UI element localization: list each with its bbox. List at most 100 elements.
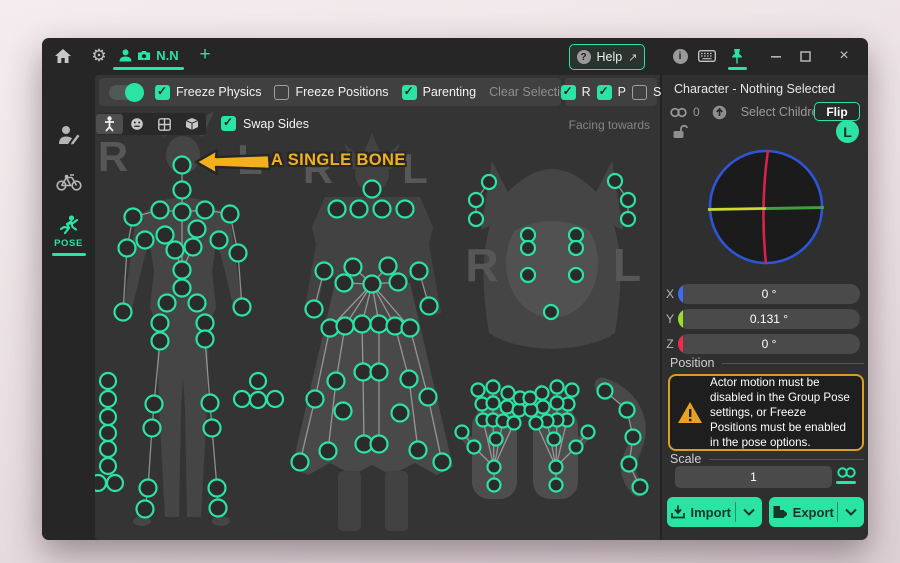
view-body-button[interactable]: [96, 114, 124, 134]
bone-dot-body-back-armored[interactable]: [362, 179, 382, 199]
bone-dot-face[interactable]: [567, 226, 585, 244]
bone-dot-body-back-armored[interactable]: [408, 440, 428, 460]
bone-dot-hair-chain[interactable]: [98, 389, 118, 409]
bone-dot-body-front[interactable]: [135, 499, 155, 519]
tab-actor[interactable]: N.N: [113, 43, 185, 67]
bone-dot-hand-right[interactable]: [548, 459, 564, 475]
bone-dot-body-front[interactable]: [172, 202, 192, 222]
bone-dot-body-back-armored[interactable]: [369, 314, 389, 334]
rotation-gizmo[interactable]: [702, 137, 830, 278]
bone-dot-body-back-armored[interactable]: [352, 314, 372, 334]
bone-dot-tail[interactable]: [620, 455, 638, 473]
view-face-button[interactable]: [124, 114, 151, 134]
bone-dot-body-back-armored[interactable]: [349, 199, 369, 219]
rotation-filter-checkbox[interactable]: R: [560, 84, 591, 100]
bone-dot-face[interactable]: [519, 226, 537, 244]
bone-dot-hand-right[interactable]: [549, 379, 565, 395]
undo-button[interactable]: ↺: [42, 537, 95, 540]
view-props-button[interactable]: [178, 114, 205, 134]
minimize-button[interactable]: [765, 45, 787, 67]
bone-dot-body-back-armored[interactable]: [369, 434, 389, 454]
bone-dot-hand-right[interactable]: [528, 415, 544, 431]
y-rotation-input[interactable]: 0.131 °: [678, 308, 860, 329]
bone-dot-body-front[interactable]: [195, 329, 215, 349]
bone-dot-hand-left[interactable]: [506, 415, 522, 431]
bone-dot-face[interactable]: [480, 173, 498, 191]
bone-dot-body-back-armored[interactable]: [369, 362, 389, 382]
overlay-toggle[interactable]: [109, 82, 144, 102]
keyboard-shortcuts-button[interactable]: [696, 45, 718, 67]
bone-dot-body-front[interactable]: [183, 237, 203, 257]
bone-dot-hand-right[interactable]: [522, 390, 538, 406]
scale-filter-checkbox[interactable]: S: [632, 84, 661, 100]
home-button[interactable]: [52, 45, 74, 67]
bone-dot-body-back-armored[interactable]: [400, 318, 420, 338]
bone-dot-body-front[interactable]: [150, 313, 170, 333]
bone-dot-body-front[interactable]: [138, 478, 158, 498]
bone-dot-body-front[interactable]: [195, 313, 215, 333]
bone-dot-hand-right[interactable]: [564, 382, 580, 398]
bone-dot-hair-chain[interactable]: [98, 439, 118, 459]
close-button[interactable]: ×: [833, 45, 855, 67]
bone-dot-hand-left[interactable]: [486, 477, 502, 493]
bone-dot-body-front[interactable]: [172, 180, 192, 200]
bone-dot-hand-right[interactable]: [580, 424, 596, 440]
import-button[interactable]: Import: [667, 497, 762, 527]
bone-dot-body-back-armored[interactable]: [290, 452, 310, 472]
bone-dot-body-back-armored[interactable]: [409, 261, 429, 281]
bone-dot-body-front[interactable]: [150, 200, 170, 220]
swap-sides-checkbox[interactable]: Swap Sides: [221, 115, 309, 131]
bone-dot-body-back-armored[interactable]: [335, 316, 355, 336]
bone-dot-hand-left[interactable]: [485, 379, 501, 395]
x-rotation-input[interactable]: 0 °: [678, 283, 860, 304]
scale-link-toggle[interactable]: [836, 466, 856, 484]
bone-dot-body-front[interactable]: [172, 155, 192, 175]
bone-dot-face[interactable]: [519, 239, 537, 257]
info-button[interactable]: i: [669, 45, 691, 67]
bone-dot-body-back-armored[interactable]: [372, 199, 392, 219]
bone-dot-body-front[interactable]: [155, 225, 175, 245]
maximize-button[interactable]: [794, 45, 816, 67]
bone-dot-hand-left[interactable]: [485, 395, 501, 411]
sidebar-tab-pose[interactable]: POSE: [42, 215, 95, 256]
bone-dot-body-front[interactable]: [150, 331, 170, 351]
bone-dot-body-back-armored[interactable]: [432, 452, 452, 472]
bone-dot-hair-chain[interactable]: [248, 371, 268, 391]
bone-dot-hair-chain[interactable]: [232, 389, 252, 409]
bone-dot-hair-chain[interactable]: [248, 390, 268, 410]
pose-canvas[interactable]: RLRLRL Freeze Physics Freeze Positions P…: [95, 75, 661, 540]
bone-dot-face[interactable]: [467, 210, 485, 228]
export-menu-button[interactable]: [838, 508, 864, 516]
bone-dot-face[interactable]: [519, 266, 537, 284]
lock-toggle[interactable]: [672, 124, 689, 142]
freeze-positions-checkbox[interactable]: Freeze Positions: [274, 84, 389, 100]
bone-dot-body-back-armored[interactable]: [378, 256, 398, 276]
bone-dot-body-back-armored[interactable]: [399, 369, 419, 389]
pin-panel-button[interactable]: [726, 45, 748, 67]
bone-dot-body-front[interactable]: [123, 207, 143, 227]
bone-dot-hair-chain[interactable]: [98, 456, 118, 476]
bone-dot-body-front[interactable]: [117, 238, 137, 258]
bone-dot-hand-right[interactable]: [535, 399, 551, 415]
bone-dot-body-front[interactable]: [187, 219, 207, 239]
bone-dot-body-back-armored[interactable]: [362, 274, 382, 294]
bone-dot-face[interactable]: [567, 239, 585, 257]
bone-dot-body-back-armored[interactable]: [327, 199, 347, 219]
bone-dot-body-front[interactable]: [172, 278, 192, 298]
select-children-button[interactable]: Select Children: [741, 105, 826, 119]
import-menu-button[interactable]: [736, 508, 762, 516]
bone-dot-hair-chain[interactable]: [105, 473, 125, 493]
bone-dot-body-back-armored[interactable]: [343, 257, 363, 277]
bone-dot-hand-right[interactable]: [549, 395, 565, 411]
bone-dot-hand-left[interactable]: [466, 439, 482, 455]
gizmo-yellow-axis[interactable]: [707, 207, 767, 211]
add-tab-button[interactable]: +: [194, 43, 216, 67]
sidebar-tab-gear[interactable]: [42, 173, 95, 191]
bone-dot-tail[interactable]: [618, 401, 636, 419]
bone-dot-body-front[interactable]: [202, 418, 222, 438]
bone-dot-tail[interactable]: [631, 478, 649, 496]
bone-dot-face[interactable]: [467, 191, 485, 209]
side-badge[interactable]: L: [836, 120, 859, 143]
bone-dot-hand-left[interactable]: [454, 424, 470, 440]
bone-dot-body-front[interactable]: [208, 498, 228, 518]
